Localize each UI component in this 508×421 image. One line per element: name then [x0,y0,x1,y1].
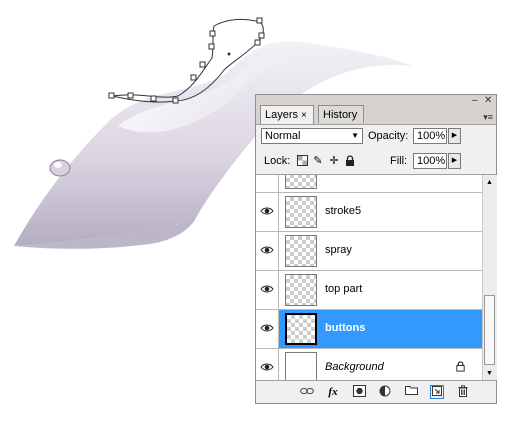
tab-layers[interactable]: Layers × [260,105,314,125]
lock-all-icon[interactable] [344,155,356,167]
link-icon[interactable] [300,385,314,399]
layer-row-selected[interactable]: buttons [256,310,482,349]
fill-value: 100% [417,155,446,167]
layer-row[interactable]: stroke6 [256,175,482,193]
layer-thumbnail [285,235,317,267]
lock-position-icon[interactable]: ✛ [328,155,340,167]
visibility-toggle[interactable] [256,271,279,309]
blend-mode-select[interactable]: Normal ▼ [261,128,363,144]
opacity-field[interactable]: 100% [413,128,447,144]
layer-thumbnail [285,196,317,228]
scrollbar-thumb[interactable] [484,295,495,365]
tab-history-label: History [323,109,358,121]
opacity-slider-arrow[interactable]: ▶ [448,128,461,144]
adjustment-icon[interactable] [378,385,392,399]
lock-transparency-icon[interactable] [296,155,308,167]
eye-icon [260,246,274,254]
lock-row: Lock: ✎ ✛ Fill: 100% ▶ [256,150,496,175]
tab-layers-label: Layers [265,109,299,121]
layer-row[interactable]: Background [256,349,482,380]
new-layer-icon[interactable] [430,385,444,399]
lock-label: Lock: [264,155,291,167]
fill-field[interactable]: 100% [413,153,447,169]
eye-icon [260,207,274,215]
lock-image-pixels-icon[interactable]: ✎ [312,155,324,167]
eye-icon [260,324,274,332]
layer-name: Background [325,361,384,373]
layer-thumbnail [285,313,317,345]
trash-icon[interactable] [456,385,470,399]
tab-history[interactable]: History [318,105,364,123]
opacity-label: Opacity: [368,130,409,142]
panel-close-button[interactable]: ✕ [484,96,492,106]
layer-row[interactable]: spray [256,232,482,271]
lock-icon [456,361,465,372]
visibility-toggle[interactable] [256,232,279,270]
layer-row[interactable]: stroke5 [256,193,482,232]
mask-icon[interactable] [352,385,366,399]
layer-name: stroke5 [325,205,362,217]
layer-thumbnail [285,274,317,306]
layer-row[interactable]: top part [256,271,482,310]
fill-label: Fill: [390,155,408,167]
visibility-toggle[interactable] [256,175,279,192]
fx-icon[interactable]: fx [326,385,340,399]
visibility-toggle[interactable] [256,310,279,348]
layer-name: top part [325,283,363,295]
eye-icon [260,285,274,293]
fill-slider-arrow[interactable]: ▶ [448,153,461,169]
scroll-down-icon[interactable]: ▼ [486,370,493,377]
scroll-up-icon[interactable]: ▲ [486,179,493,186]
panel-menu-icon[interactable]: ▾≡ [483,112,493,123]
opacity-value: 100% [417,130,446,142]
layer-name: stroke6 [325,175,361,178]
panel-minimize-button[interactable]: ‒ [472,96,478,106]
folder-icon[interactable] [404,385,418,399]
eye-icon [260,363,274,371]
layers-scrollbar[interactable]: ▲ ▼ [482,175,497,380]
shape-button [49,159,71,177]
layers-panel: ‒ ✕ Layers × History ▾≡ Normal ▼ Opacity:… [255,94,497,404]
blend-options-row: Normal ▼ Opacity: 100% ▶ [256,124,496,151]
layer-name: buttons [325,322,366,334]
layer-thumbnail [285,175,317,189]
layers-list: stroke6 stroke5 spray top part [256,175,482,380]
blend-mode-value: Normal [265,130,301,142]
chevron-down-icon: ▼ [351,131,359,140]
visibility-toggle[interactable] [256,193,279,231]
tab-close-icon[interactable]: × [301,110,307,121]
layer-thumbnail [285,352,317,380]
visibility-toggle[interactable] [256,349,279,380]
layers-bottom-toolbar: fx [256,380,496,403]
layer-name: spray [325,244,352,256]
panel-title-bar[interactable]: ‒ ✕ [256,95,496,106]
